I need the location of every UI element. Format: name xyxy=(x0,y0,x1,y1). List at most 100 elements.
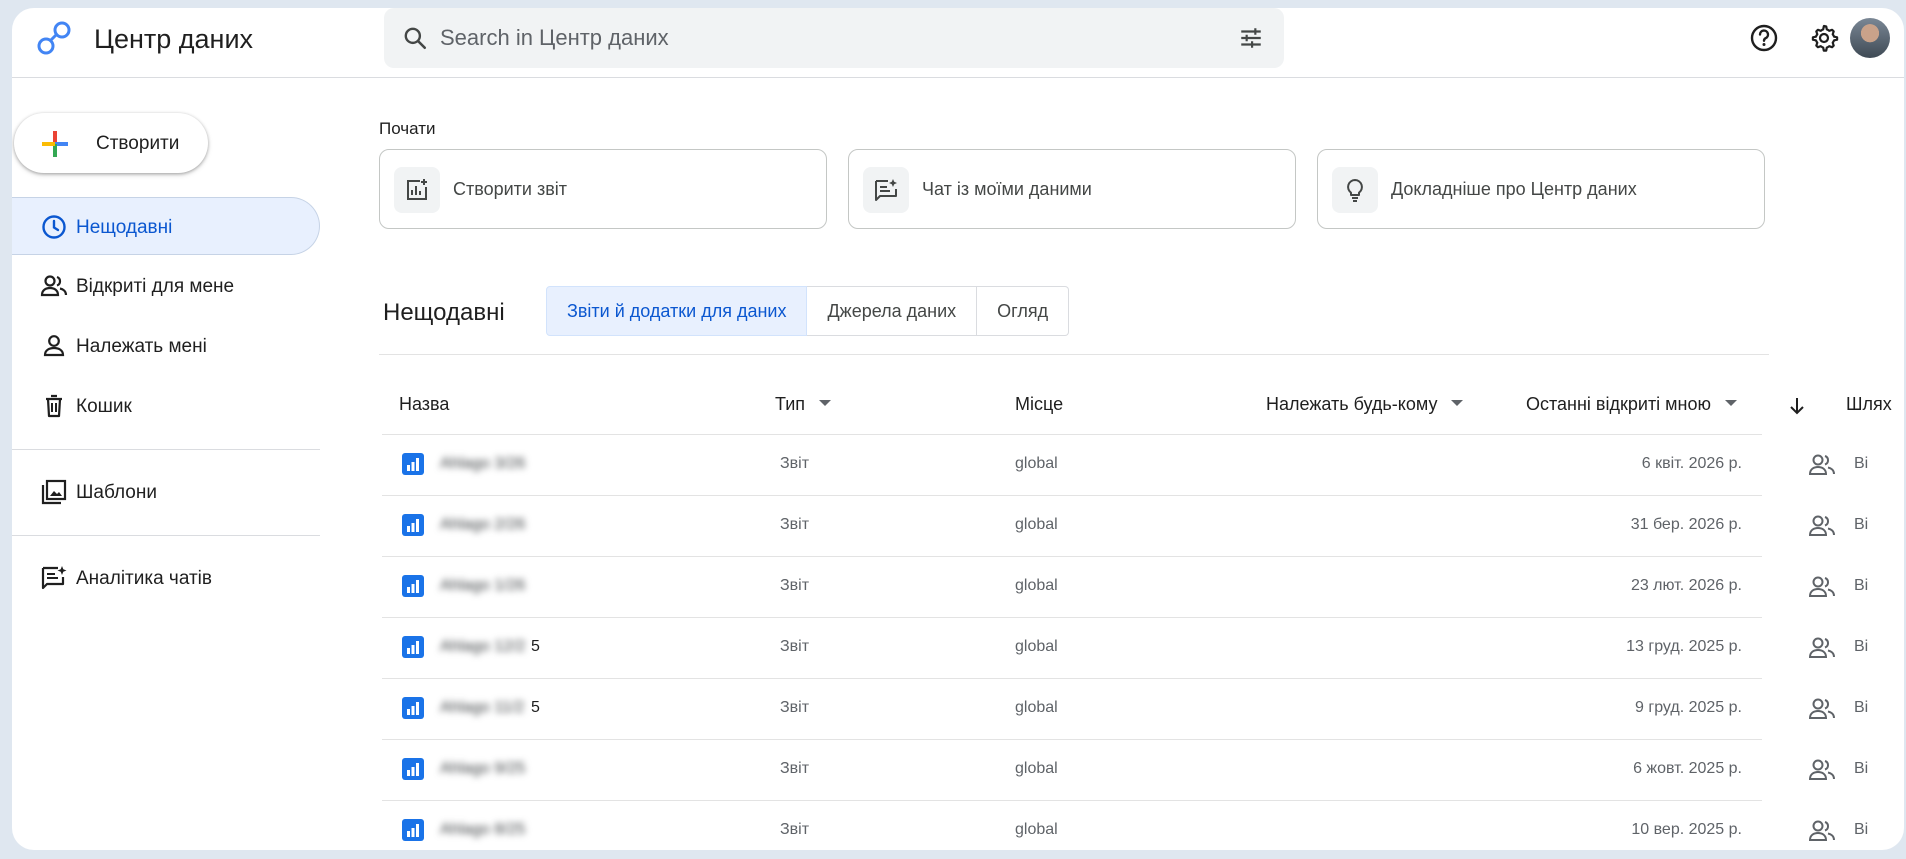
column-header-last-opened[interactable]: Останні відкриті мною xyxy=(1526,394,1738,415)
create-button[interactable]: Створити xyxy=(14,113,208,173)
report-name-tail: 5 xyxy=(531,699,540,716)
report-last-opened: 9 груд. 2025 р. xyxy=(1635,699,1742,716)
report-icon xyxy=(402,636,424,658)
tab-reports[interactable]: Звіти й додатки для даних xyxy=(546,286,808,336)
report-path: Ві xyxy=(1854,821,1869,838)
sidebar-item-trash[interactable]: Кошик xyxy=(12,377,320,435)
report-type: Звіт xyxy=(780,516,810,533)
plus-icon xyxy=(42,131,68,157)
table-row[interactable]: Ahlago 8/25 Звіт global 10 вер. 2025 р. … xyxy=(12,801,1904,850)
column-header-name[interactable]: Назва xyxy=(399,394,449,415)
learn-more-card[interactable]: Докладніше про Центр даних xyxy=(1317,149,1765,229)
tab-overview[interactable]: Огляд xyxy=(977,286,1070,336)
dropdown-arrow-icon xyxy=(1725,400,1738,407)
report-icon xyxy=(402,514,424,536)
column-header-type[interactable]: Тип xyxy=(775,394,832,415)
shared-people-icon xyxy=(1808,820,1835,841)
report-last-opened: 31 бер. 2026 р. xyxy=(1630,516,1742,533)
table-row[interactable]: Ahlago 12/2 5 Звіт global 13 груд. 2025 … xyxy=(12,618,1904,678)
person-icon xyxy=(43,335,65,357)
table-row[interactable]: Ahlago 9/25 Звіт global 6 жовт. 2025 р. … xyxy=(12,740,1904,800)
tab-data-sources[interactable]: Джерела даних xyxy=(807,286,978,336)
sidebar-item-label: Кошик xyxy=(76,396,132,417)
help-icon[interactable] xyxy=(1748,22,1780,54)
sidebar-item-recent[interactable]: Нещодавні xyxy=(12,197,320,255)
report-last-opened: 13 груд. 2025 р. xyxy=(1626,638,1742,655)
search-options-icon[interactable] xyxy=(1238,25,1264,51)
sort-arrow-down-icon[interactable] xyxy=(1788,396,1806,416)
shared-people-icon xyxy=(1808,637,1835,658)
column-header-owner[interactable]: Належать будь-кому xyxy=(1266,394,1464,415)
sidebar-item-owned[interactable]: Належать мені xyxy=(12,317,320,375)
report-path: Ві xyxy=(1854,577,1869,594)
create-button-label: Створити xyxy=(96,133,180,154)
report-location: global xyxy=(1015,577,1058,594)
report-location: global xyxy=(1015,455,1058,472)
shared-people-icon xyxy=(1808,454,1835,475)
create-report-card[interactable]: Створити звіт xyxy=(379,149,827,229)
section-divider xyxy=(379,354,1769,355)
report-type: Звіт xyxy=(780,638,810,655)
report-icon xyxy=(402,819,424,841)
start-section-label: Почати xyxy=(379,119,436,138)
report-last-opened: 23 лют. 2026 р. xyxy=(1630,577,1742,594)
shared-people-icon xyxy=(1808,576,1835,597)
report-name[interactable]: Ahlago 12/2 xyxy=(440,638,525,656)
report-name[interactable]: Ahlago 9/25 xyxy=(440,760,525,778)
table-row[interactable]: Ahlago 1/26 Звіт global 23 лют. 2026 р. … xyxy=(12,557,1904,617)
app-logo-icon[interactable] xyxy=(34,18,74,58)
report-last-opened: 6 жовт. 2025 р. xyxy=(1633,760,1742,777)
report-path: Ві xyxy=(1854,760,1869,777)
card-label: Чат із моїми даними xyxy=(922,179,1092,199)
report-icon xyxy=(402,453,424,475)
report-location: global xyxy=(1015,699,1058,716)
shared-people-icon xyxy=(1808,515,1835,536)
report-name[interactable]: Ahlago 2/26 xyxy=(440,516,525,534)
app-window: Центр даних Search in Центр даних Створи… xyxy=(12,8,1904,850)
lightbulb-icon xyxy=(1347,179,1363,202)
report-name[interactable]: Ahlago 1/26 xyxy=(440,577,525,595)
chat-spark-icon xyxy=(875,179,897,201)
table-row[interactable]: Ahlago 2/26 Звіт global 31 бер. 2026 р. … xyxy=(12,496,1904,556)
report-path: Ві xyxy=(1854,699,1869,716)
table-row[interactable]: Ahlago 11/2 5 Звіт global 9 груд. 2025 р… xyxy=(12,679,1904,739)
app-title: Центр даних xyxy=(94,24,254,54)
clock-icon xyxy=(42,215,66,239)
search-input[interactable] xyxy=(440,20,1200,56)
dropdown-arrow-icon xyxy=(819,400,832,407)
report-type: Звіт xyxy=(780,821,810,838)
trash-icon xyxy=(46,394,62,418)
table-row[interactable]: Ahlago 3/26 Звіт global 6 квіт. 2026 р. … xyxy=(12,435,1904,495)
report-last-opened: 10 вер. 2025 р. xyxy=(1631,821,1742,838)
sidebar-item-label: Нещодавні xyxy=(76,217,173,238)
sidebar-item-label: Належать мені xyxy=(76,336,207,357)
report-location: global xyxy=(1015,760,1058,777)
report-location: global xyxy=(1015,638,1058,655)
report-location: global xyxy=(1015,516,1058,533)
card-label: Докладніше про Центр даних xyxy=(1391,179,1637,199)
report-name[interactable]: Ahlago 8/25 xyxy=(440,821,525,839)
report-name[interactable]: Ahlago 3/26 xyxy=(440,455,525,473)
people-icon xyxy=(40,275,68,297)
sidebar-item-shared[interactable]: Відкриті для мене xyxy=(12,257,320,315)
report-location: global xyxy=(1015,821,1058,838)
search-icon xyxy=(404,27,427,50)
report-path: Ві xyxy=(1854,455,1869,472)
report-type: Звіт xyxy=(780,760,810,777)
avatar[interactable] xyxy=(1850,18,1890,58)
chat-with-data-card[interactable]: Чат із моїми даними xyxy=(848,149,1296,229)
search-bar[interactable] xyxy=(384,8,1284,68)
report-type: Звіт xyxy=(780,699,810,716)
report-name[interactable]: Ahlago 11/2 xyxy=(440,699,524,717)
shared-people-icon xyxy=(1808,759,1835,780)
shared-people-icon xyxy=(1808,698,1835,719)
report-path: Ві xyxy=(1854,516,1869,533)
report-path: Ві xyxy=(1854,638,1869,655)
report-icon xyxy=(402,758,424,780)
gear-icon[interactable] xyxy=(1808,22,1840,54)
recent-section-title: Нещодавні xyxy=(383,299,505,326)
column-header-path: Шлях xyxy=(1846,394,1892,414)
report-type: Звіт xyxy=(780,455,810,472)
dropdown-arrow-icon xyxy=(1451,400,1464,407)
report-icon xyxy=(402,697,424,719)
